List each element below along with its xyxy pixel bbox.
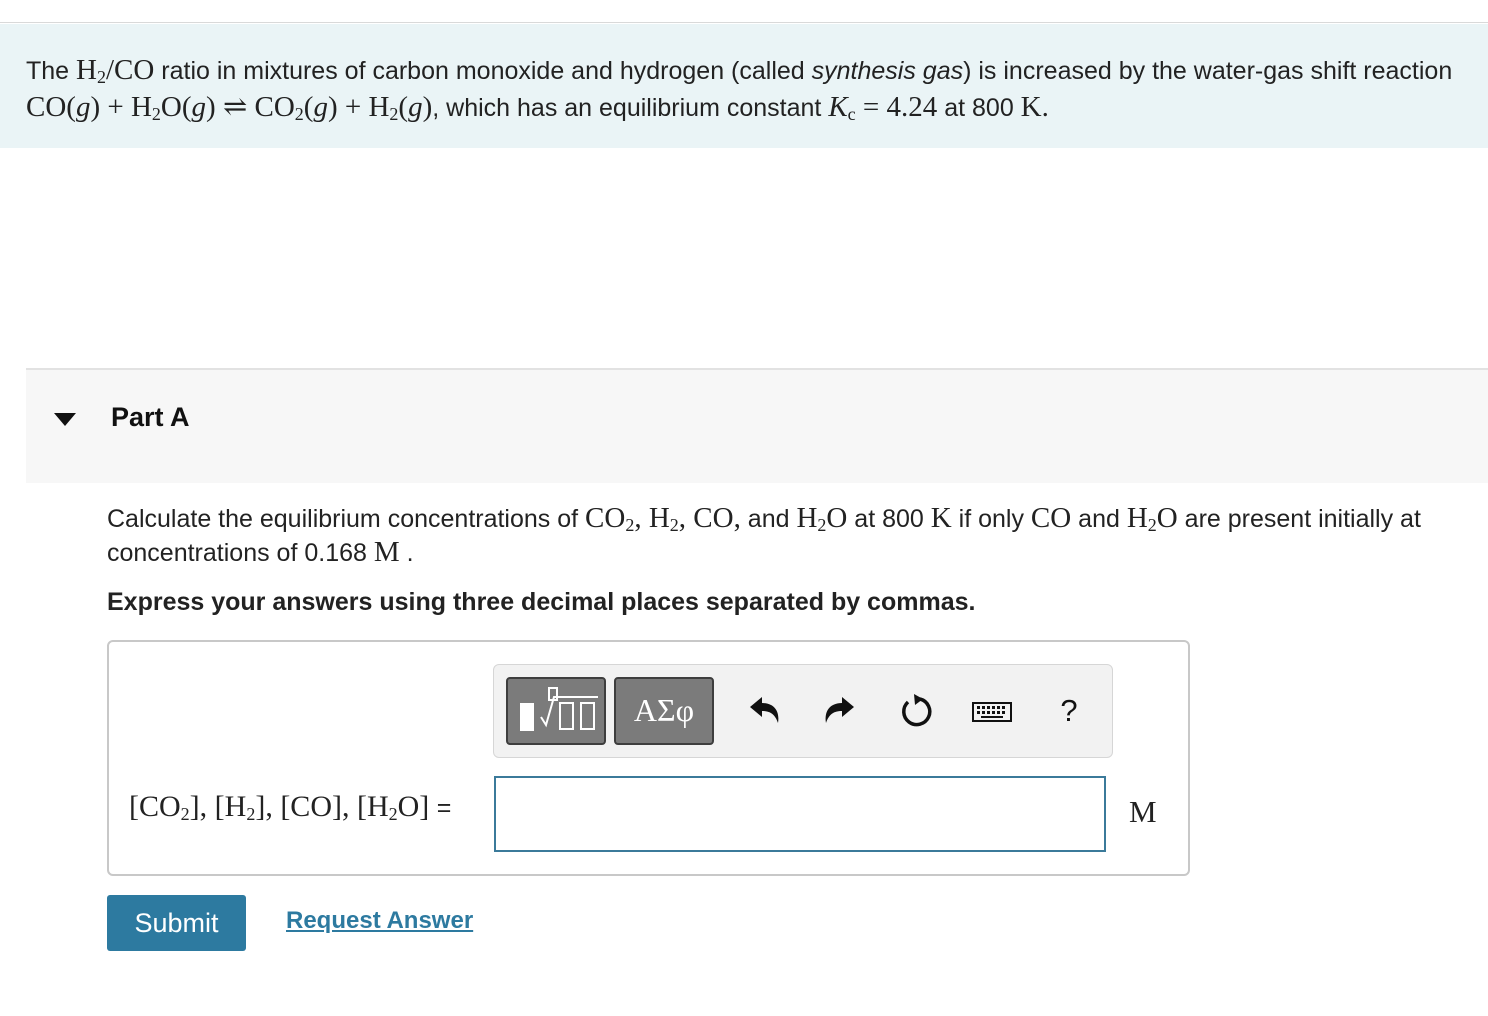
reset-icon[interactable] [894, 689, 938, 733]
keyboard-icon[interactable] [970, 689, 1016, 733]
answer-unit: M [1129, 794, 1157, 829]
help-icon[interactable]: ? [1054, 689, 1084, 733]
submit-button[interactable]: Submit [107, 895, 246, 951]
collapse-triangle-icon[interactable] [54, 413, 76, 426]
answer-panel: ΑΣφ ? [CO2], [H2], [CO], [H2O] = M [107, 640, 1190, 876]
part-title: Part A [111, 402, 190, 432]
problem-intro: The H2/CO ratio in mixtures of carbon mo… [0, 24, 1488, 148]
greek-symbols-button[interactable]: ΑΣφ [614, 677, 714, 745]
undo-icon[interactable] [742, 689, 786, 733]
request-answer-link[interactable]: Request Answer [286, 907, 473, 935]
redo-icon[interactable] [818, 689, 862, 733]
answer-input[interactable] [494, 776, 1106, 852]
instruction-text: Express your answers using three decimal… [107, 588, 976, 616]
templates-button[interactable] [506, 677, 606, 745]
answer-label: [CO2], [H2], [CO], [H2O] = [129, 790, 452, 824]
question-text: Calculate the equilibrium concentrations… [107, 502, 1421, 568]
math-toolbar: ΑΣφ ? [493, 664, 1113, 758]
top-divider [0, 22, 1488, 23]
templates-icon [520, 687, 598, 731]
part-a-header[interactable]: Part A [26, 368, 1488, 483]
